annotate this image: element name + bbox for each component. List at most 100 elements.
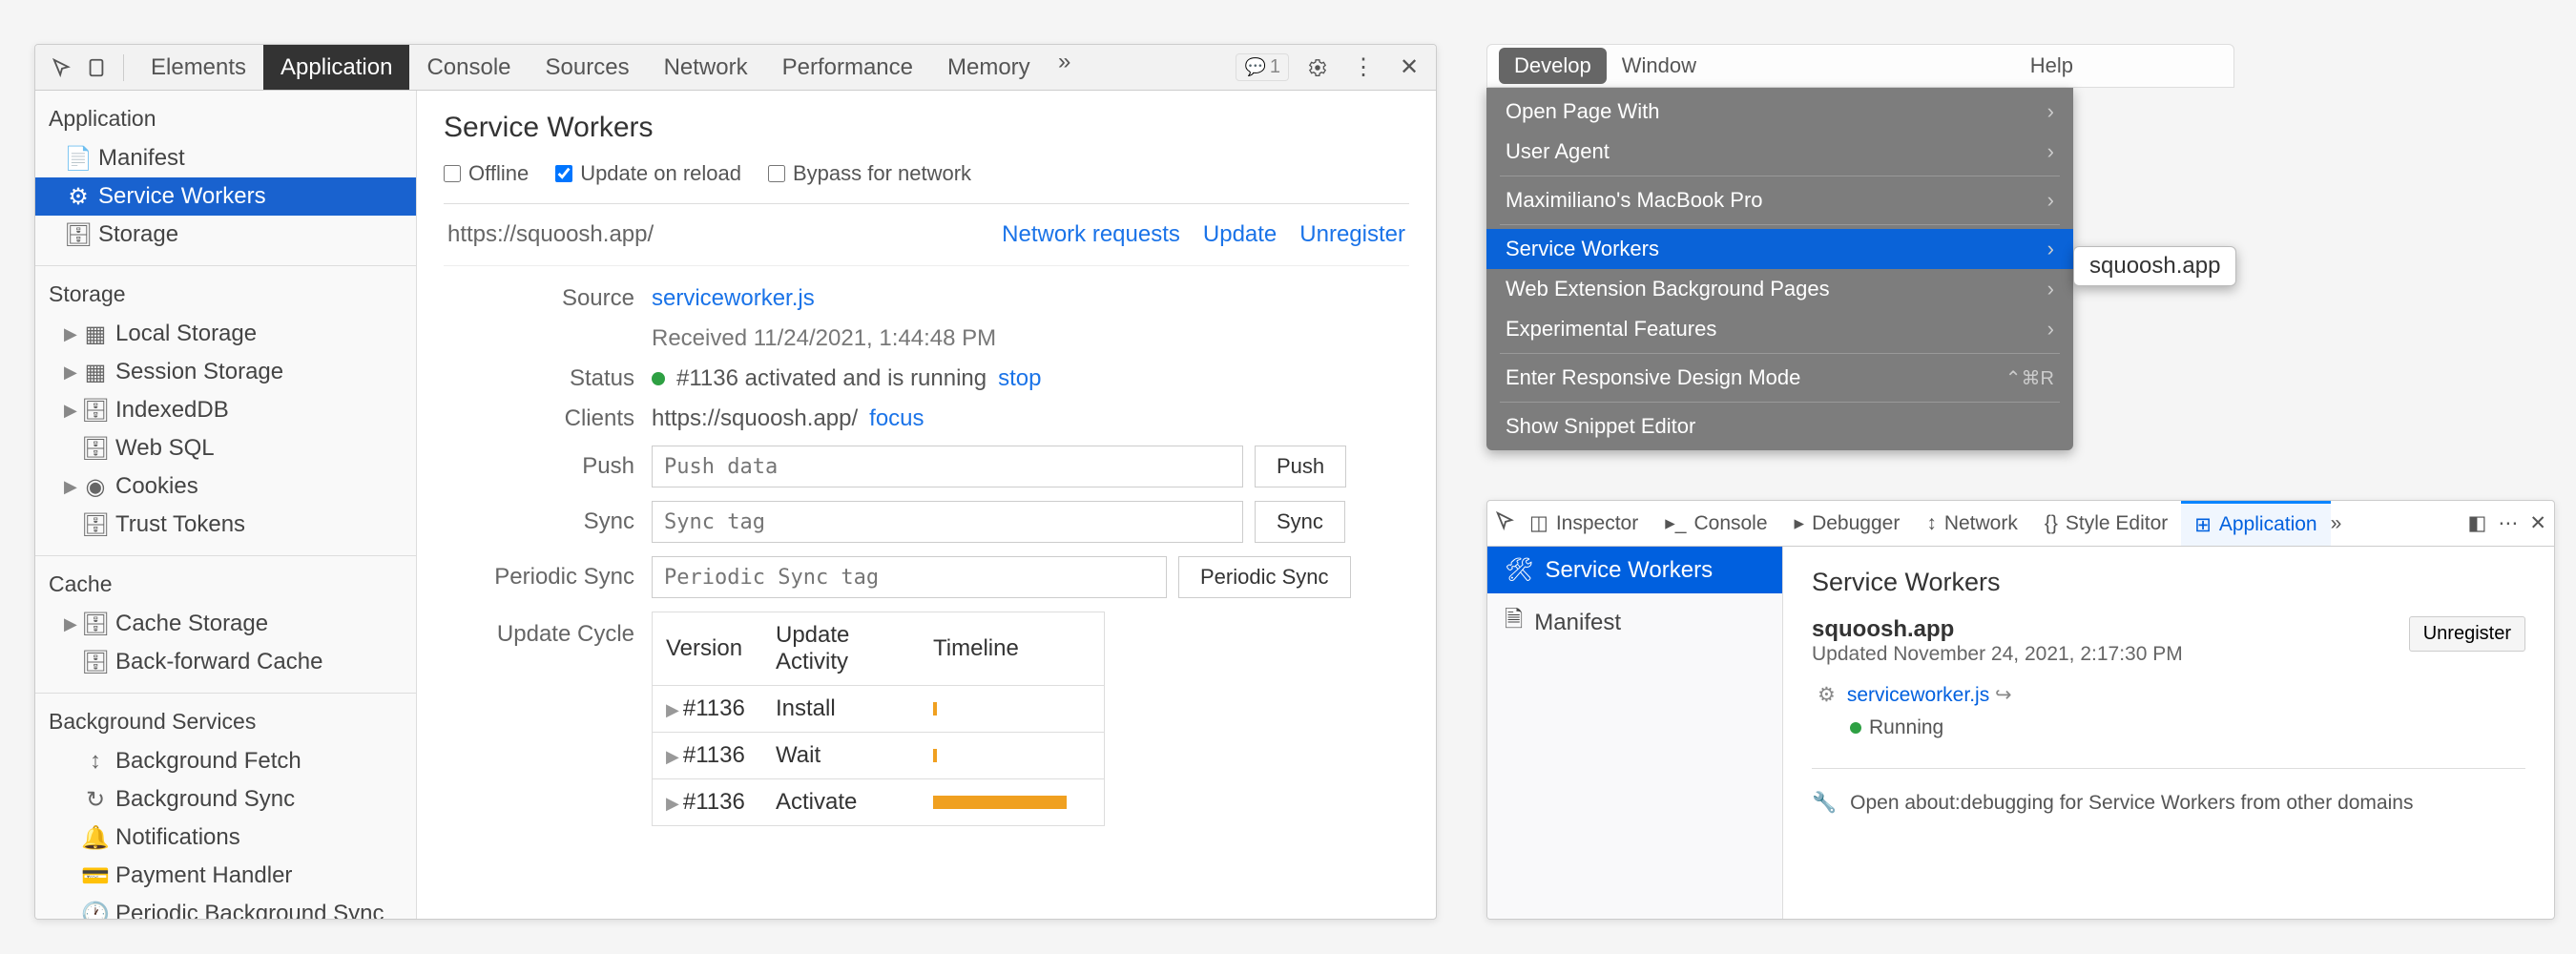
tab-style-editor[interactable]: {}Style Editor bbox=[2031, 501, 2181, 546]
chevron-right-icon: › bbox=[2047, 237, 2054, 261]
col-timeline: Timeline bbox=[920, 626, 1104, 672]
about-debugging-link[interactable]: about:debugging bbox=[1904, 792, 2054, 814]
grid-icon: ▦ bbox=[85, 323, 106, 344]
tab-elements[interactable]: Elements bbox=[134, 45, 263, 90]
focus-link[interactable]: focus bbox=[869, 405, 924, 432]
chevron-right-icon: › bbox=[2047, 99, 2054, 124]
sidebar-item-local-storage[interactable]: ▶▦Local Storage bbox=[35, 315, 416, 353]
chevron-right-icon[interactable]: ▶ bbox=[666, 700, 679, 719]
update-reload-checkbox[interactable]: Update on reload bbox=[555, 161, 741, 186]
status-text: #1136 activated and is running bbox=[676, 365, 987, 392]
terminal-icon: ▸_ bbox=[1665, 511, 1686, 535]
tab-performance[interactable]: Performance bbox=[765, 45, 930, 90]
menu-help[interactable]: Help bbox=[2015, 48, 2088, 84]
dock-icon[interactable]: ◧ bbox=[2468, 511, 2487, 535]
tab-console[interactable]: ▸_Console bbox=[1652, 501, 1780, 546]
sidebar-item-periodic-bg-sync[interactable]: 🕐Periodic Background Sync bbox=[35, 895, 416, 919]
sidebar-item-service-workers[interactable]: ⚙Service Workers bbox=[35, 177, 416, 216]
menu-item[interactable]: User Agent› bbox=[1486, 132, 2073, 172]
more-tabs-icon[interactable]: » bbox=[2331, 512, 2342, 535]
chevron-right-icon[interactable]: ▶ bbox=[666, 747, 679, 766]
application-sidebar: Application 📄Manifest ⚙Service Workers 🗄… bbox=[35, 91, 417, 919]
sync-button[interactable]: Sync bbox=[1255, 501, 1345, 543]
sidebar-item-payment[interactable]: 💳Payment Handler bbox=[35, 857, 416, 895]
device-icon[interactable] bbox=[79, 51, 114, 85]
unregister-link[interactable]: Unregister bbox=[1299, 221, 1405, 248]
database-icon: 🗄 bbox=[68, 224, 89, 245]
sidebar-item-manifest[interactable]: 📄Manifest bbox=[35, 139, 416, 177]
sidebar-item-session-storage[interactable]: ▶▦Session Storage bbox=[35, 353, 416, 391]
menu-item[interactable]: Web Extension Background Pages› bbox=[1486, 269, 2073, 309]
stop-link[interactable]: stop bbox=[998, 365, 1041, 392]
sync-input[interactable] bbox=[652, 501, 1243, 543]
periodic-sync-input[interactable] bbox=[652, 556, 1167, 598]
menu-item[interactable]: Experimental Features› bbox=[1486, 309, 2073, 349]
tab-network[interactable]: ↕Network bbox=[1913, 501, 2031, 546]
bypass-checkbox[interactable]: Bypass for network bbox=[768, 161, 971, 186]
wrench-icon: 🛠 bbox=[1505, 556, 1533, 584]
bell-icon: 🔔 bbox=[85, 827, 106, 848]
push-button[interactable]: Push bbox=[1255, 446, 1346, 487]
push-input[interactable] bbox=[652, 446, 1243, 487]
network-requests-link[interactable]: Network requests bbox=[1002, 221, 1180, 248]
source-file-link[interactable]: serviceworker.js bbox=[652, 285, 815, 312]
offline-checkbox[interactable]: Offline bbox=[444, 161, 529, 186]
menu-item[interactable]: Maximiliano's MacBook Pro› bbox=[1486, 180, 2073, 220]
sidebar-item-service-workers[interactable]: 🛠Service Workers bbox=[1487, 547, 1782, 593]
source-file-link[interactable]: serviceworker.js bbox=[1847, 684, 1989, 706]
sidebar-item-cookies[interactable]: ▶◉Cookies bbox=[35, 467, 416, 506]
menu-item[interactable]: Service Workers› bbox=[1486, 229, 2073, 269]
update-link[interactable]: Update bbox=[1203, 221, 1277, 248]
tab-inspector[interactable]: ◫Inspector bbox=[1516, 501, 1652, 546]
tab-debugger[interactable]: ▸Debugger bbox=[1781, 501, 1914, 546]
sidebar-item-manifest[interactable]: 🗎Manifest bbox=[1487, 593, 1782, 652]
sidebar-item-bf-cache[interactable]: 🗄Back-forward Cache bbox=[35, 643, 416, 681]
tab-console[interactable]: Console bbox=[409, 45, 528, 90]
sidebar-item-bg-sync[interactable]: ↻Background Sync bbox=[35, 780, 416, 819]
sidebar-item-indexeddb[interactable]: ▶🗄IndexedDB bbox=[35, 391, 416, 429]
section-title: Cache bbox=[35, 568, 416, 605]
tab-sources[interactable]: Sources bbox=[529, 45, 647, 90]
periodic-sync-button[interactable]: Periodic Sync bbox=[1178, 556, 1351, 598]
chevron-right-icon: › bbox=[2047, 277, 2054, 301]
sidebar-item-storage[interactable]: 🗄Storage bbox=[35, 216, 416, 254]
sidebar-item-bg-fetch[interactable]: ↕Background Fetch bbox=[35, 742, 416, 780]
menu-item[interactable]: Enter Responsive Design Mode⌃⌘R bbox=[1486, 358, 2073, 398]
tab-memory[interactable]: Memory bbox=[930, 45, 1048, 90]
sidebar-item-cache-storage[interactable]: ▶🗄Cache Storage bbox=[35, 605, 416, 643]
database-icon: 🗄 bbox=[85, 400, 106, 421]
close-icon[interactable]: ✕ bbox=[1392, 51, 1426, 85]
issues-badge[interactable]: 1 bbox=[1236, 53, 1289, 81]
link-out-icon[interactable]: ↪ bbox=[1995, 684, 2012, 706]
tab-application[interactable]: Application bbox=[263, 45, 409, 90]
sidebar-item-notifications[interactable]: 🔔Notifications bbox=[35, 819, 416, 857]
inspect-icon[interactable] bbox=[1495, 510, 1516, 537]
unregister-button[interactable]: Unregister bbox=[2409, 616, 2525, 652]
kebab-icon[interactable]: ⋯ bbox=[2498, 511, 2518, 535]
grid-icon: ⊞ bbox=[2194, 513, 2212, 537]
tab-network[interactable]: Network bbox=[647, 45, 765, 90]
page-title: Service Workers bbox=[444, 112, 1409, 144]
menu-window[interactable]: Window bbox=[1607, 48, 1712, 84]
menu-item[interactable]: Open Page With› bbox=[1486, 92, 2073, 132]
menu-develop[interactable]: Develop bbox=[1499, 48, 1607, 84]
menu-item[interactable]: Show Snippet Editor bbox=[1486, 406, 2073, 446]
more-tabs-icon[interactable]: » bbox=[1048, 45, 1082, 79]
status-dot-icon bbox=[652, 372, 665, 385]
service-workers-submenu[interactable]: squoosh.app bbox=[2073, 246, 2236, 286]
tab-application[interactable]: ⊞Application bbox=[2181, 501, 2330, 546]
database-icon: 🗄 bbox=[85, 514, 106, 535]
gear-icon[interactable] bbox=[1300, 51, 1335, 85]
close-icon[interactable]: ✕ bbox=[2529, 511, 2546, 535]
sidebar-item-trust-tokens[interactable]: 🗄Trust Tokens bbox=[35, 506, 416, 544]
origin-url: https://squoosh.app/ bbox=[447, 221, 654, 248]
chevron-right-icon: › bbox=[2047, 188, 2054, 213]
section-title: Background Services bbox=[35, 705, 416, 742]
updated-time: Updated November 24, 2021, 2:17:30 PM bbox=[1812, 643, 2409, 666]
inspect-icon[interactable] bbox=[45, 51, 79, 85]
chevron-right-icon[interactable]: ▶ bbox=[666, 794, 679, 813]
update-cycle-table: Version Update Activity Timeline ▶#1136 … bbox=[652, 612, 1105, 826]
kebab-icon[interactable]: ⋮ bbox=[1346, 51, 1381, 85]
sidebar-item-web-sql[interactable]: 🗄Web SQL bbox=[35, 429, 416, 467]
devtools-toolbar: Elements Application Console Sources Net… bbox=[35, 45, 1436, 91]
